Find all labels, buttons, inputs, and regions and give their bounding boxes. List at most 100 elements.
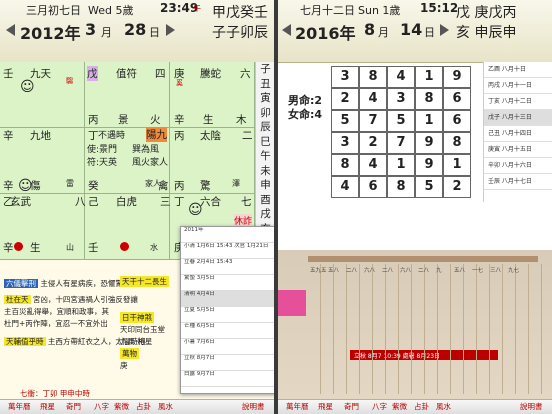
- year-label[interactable]: 2016年: [295, 20, 356, 44]
- day-list-item[interactable]: 庚寅 八月十五日: [484, 142, 552, 158]
- tab-calendar[interactable]: 萬年曆: [286, 401, 309, 412]
- month-label[interactable]: 3: [85, 20, 96, 39]
- year-column: [360, 264, 373, 394]
- star-cell[interactable]: 2: [331, 88, 359, 110]
- flying-star-grid[interactable]: 384192438657516327988419146852: [331, 66, 473, 201]
- star-cell[interactable]: 9: [443, 66, 471, 88]
- popup-row[interactable]: 小暑 7月6日: [181, 339, 274, 355]
- tab-flying-star[interactable]: 飛星: [318, 401, 333, 412]
- year-grid[interactable]: 立秋 8月7 10:39 處暑 8月23日 五九五 五八 二八 六八 二八 六八 二八九五八…: [278, 250, 552, 400]
- star-cell[interactable]: 3: [331, 132, 359, 154]
- month-label[interactable]: 8: [364, 20, 375, 39]
- g-text: 辛: [3, 130, 14, 142]
- star-cell[interactable]: 1: [415, 110, 443, 132]
- star-cell[interactable]: 5: [415, 176, 443, 198]
- tab-fengshui[interactable]: 風水: [158, 401, 173, 412]
- star-cell[interactable]: 1: [443, 154, 471, 176]
- popup-row[interactable]: 立夏 5月5日: [181, 307, 274, 323]
- popup-row[interactable]: 驚蟄 3月5日: [181, 275, 274, 291]
- star-cell[interactable]: 6: [359, 176, 387, 198]
- day-list-item[interactable]: 丁亥 八月十二日: [484, 94, 552, 110]
- g-text: 生: [203, 114, 214, 126]
- tab-calendar[interactable]: 萬年曆: [8, 401, 31, 412]
- right-toolbar: 萬年曆 飛星 奇門 八字 紫微 占卦 風水 說明書: [278, 399, 552, 414]
- g-text: 值符: [116, 68, 137, 80]
- tab-qimen[interactable]: 奇門: [66, 401, 81, 412]
- tab-fengshui[interactable]: 風水: [436, 401, 451, 412]
- popup-row[interactable]: 芒種 6月5日: [181, 323, 274, 339]
- next-day-arrow-icon[interactable]: [440, 24, 449, 36]
- year-column: [477, 264, 490, 394]
- tab-bazi[interactable]: 八字: [94, 401, 109, 412]
- g-text: 驚: [200, 180, 211, 192]
- star-cell[interactable]: 8: [359, 66, 387, 88]
- branch: 戌: [260, 208, 271, 220]
- star-cell[interactable]: 7: [387, 132, 415, 154]
- year-bar-label: 二八: [418, 268, 430, 274]
- tag: 六儀擊刑: [4, 279, 38, 288]
- star-cell[interactable]: 7: [359, 110, 387, 132]
- year-label[interactable]: 2012年: [20, 20, 81, 44]
- tag: 天輔值乎時: [4, 337, 46, 346]
- star-cell[interactable]: 1: [415, 66, 443, 88]
- popup-row[interactable]: 小清 1月6日 15:43 次官 1月21日: [181, 243, 274, 259]
- g-text: 己: [88, 196, 99, 208]
- day-list[interactable]: 乙酉 八月十日 丙戌 八月十一日 丁亥 八月十二日 戊子 八月十三日 己丑 八月…: [483, 62, 552, 202]
- g-note: 騶: [66, 77, 73, 85]
- g-text: 水: [150, 243, 158, 252]
- popup-row[interactable]: 白露 9月7日: [181, 371, 274, 387]
- star-cell[interactable]: 5: [331, 110, 359, 132]
- star-cell[interactable]: 4: [387, 66, 415, 88]
- star-cell[interactable]: 8: [415, 88, 443, 110]
- g-text: 禽: [158, 180, 169, 192]
- popup-row[interactable]: 立秋 8月7日: [181, 355, 274, 371]
- tab-bazi[interactable]: 八字: [372, 401, 387, 412]
- star-cell[interactable]: 9: [415, 154, 443, 176]
- prev-year-arrow-icon[interactable]: [282, 24, 291, 36]
- popup-row-selected[interactable]: 清明 4月4日: [181, 291, 274, 307]
- day-label[interactable]: 14: [400, 20, 422, 39]
- star-cell[interactable]: 1: [387, 154, 415, 176]
- tab-flying-star[interactable]: 飛星: [40, 401, 55, 412]
- star-cell[interactable]: 6: [443, 88, 471, 110]
- tab-manual[interactable]: 說明書: [520, 401, 543, 412]
- tab-qimen[interactable]: 奇門: [344, 401, 359, 412]
- info-text: 杜門+丙作陣，宜忍一不宜外出: [4, 319, 108, 328]
- star-cell[interactable]: 8: [387, 176, 415, 198]
- g-text: 木: [236, 114, 247, 126]
- popup-row[interactable]: 立春 2月4日 15:43: [181, 259, 274, 275]
- solar-term-popup[interactable]: 2011年 小清 1月6日 15:43 次官 1月21日 立春 2月4日 15:…: [180, 226, 274, 394]
- day-list-item[interactable]: 辛卯 八月十六日: [484, 158, 552, 174]
- gz-hour: 午: [193, 4, 201, 13]
- day-list-item-selected[interactable]: 戊子 八月十三日: [484, 110, 552, 126]
- star-cell[interactable]: 9: [415, 132, 443, 154]
- prev-year-arrow-icon[interactable]: [6, 24, 15, 36]
- tab-ziwei[interactable]: 紫微: [114, 401, 129, 412]
- star-cell[interactable]: 3: [331, 66, 359, 88]
- next-day-arrow-icon[interactable]: [166, 24, 175, 36]
- star-cell[interactable]: 4: [359, 88, 387, 110]
- tab-ziwei[interactable]: 紫微: [392, 401, 407, 412]
- star-cell[interactable]: 5: [387, 110, 415, 132]
- day-label[interactable]: 28: [124, 20, 146, 39]
- star-cell[interactable]: 2: [359, 132, 387, 154]
- day-list-item[interactable]: 丙戌 八月十一日: [484, 78, 552, 94]
- tab-divination[interactable]: 占卦: [414, 401, 429, 412]
- tab-divination[interactable]: 占卦: [136, 401, 151, 412]
- g-text: 玄武: [10, 196, 31, 208]
- g-text: 使:景門: [87, 145, 118, 155]
- star-cell[interactable]: 3: [387, 88, 415, 110]
- popup-row[interactable]: 2011年: [181, 227, 274, 243]
- tab-manual[interactable]: 說明書: [242, 401, 265, 412]
- star-cell[interactable]: 6: [443, 110, 471, 132]
- star-cell[interactable]: 4: [359, 154, 387, 176]
- day-list-item[interactable]: 壬辰 八月十七日: [484, 174, 552, 190]
- branch: 酉: [260, 193, 271, 206]
- year-column: [464, 264, 477, 394]
- star-cell[interactable]: 8: [331, 154, 359, 176]
- day-list-item[interactable]: 己丑 八月十四日: [484, 126, 552, 142]
- star-cell[interactable]: 4: [331, 176, 359, 198]
- star-cell[interactable]: 2: [443, 176, 471, 198]
- day-list-item[interactable]: 乙酉 八月十日: [484, 62, 552, 78]
- star-cell[interactable]: 8: [443, 132, 471, 154]
